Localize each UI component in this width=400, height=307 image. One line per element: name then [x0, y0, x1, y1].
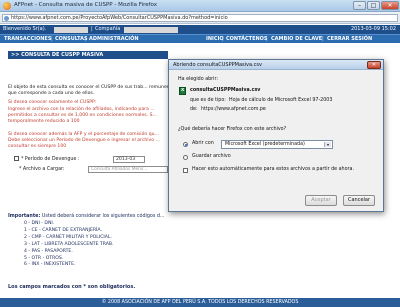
company-label: Compañía: [95, 26, 121, 32]
nav-cambio-clave[interactable]: CAMBIO DE CLAVE: [271, 36, 322, 43]
cuspp-afp-line-2: Debe seleccionar un Período de Devengue …: [8, 138, 160, 143]
address-bar: https://www.afpnet.com.pe/ProyectoAfpWeb…: [0, 12, 400, 24]
cancel-button[interactable]: Cancelar: [343, 195, 375, 206]
company-name-redacted: [124, 26, 178, 33]
cuspp-only-line-1: Ingrese el archivo con la relación de af…: [8, 107, 155, 112]
period-row: * Período de Devengue :: [14, 156, 80, 163]
maximize-button[interactable]: □: [367, 1, 380, 10]
cuspp-only-heading: Si desea conocer solamente el CUSPP:: [8, 100, 97, 105]
important-text: Usted deberá considerar los siguientes c…: [40, 214, 165, 219]
dialog-close-button[interactable]: ✕: [367, 61, 381, 69]
mandatory-note: Los campos marcados con * son obligatori…: [8, 284, 136, 290]
important-heading: Importante:: [8, 214, 41, 219]
open-with-value: Microsoft Excel (predeterminada): [225, 142, 305, 147]
user-name-redacted: [54, 26, 88, 33]
doc-type-item: 2 - CMP - CARNET MILITAR Y POLICIAL.: [24, 234, 112, 240]
nav-consultas[interactable]: CONSULTAS: [55, 36, 88, 43]
window-titlebar: AFPnet - Consulta masiva de CUSPP - Mozi…: [0, 0, 400, 12]
save-file-label: Guardar archivo: [192, 154, 231, 159]
period-label: * Período de Devengue :: [21, 157, 80, 162]
section-title: >> CONSULTA DE CUSPP MASIVA: [8, 51, 168, 59]
from-label: de:: [190, 107, 198, 112]
nav-divider: |: [51, 36, 53, 42]
footer-copyright: © 2008 ASOCIACIÓN DE AFP DEL PERÚ S.A. T…: [0, 298, 400, 307]
welcome-label: Bienvenido Sr(a).: [3, 26, 47, 32]
type-label: que es de tipo:: [190, 98, 226, 103]
welcome-bar: Bienvenido Sr(a). | Compañía 2013-03-09 …: [0, 25, 400, 34]
close-window-button[interactable]: ✕: [381, 1, 399, 10]
welcome-separator: |: [91, 26, 93, 32]
file-row: * Archivo a Cargar:: [19, 167, 65, 173]
nav-cerrar-sesion[interactable]: CERRAR SESIÓN: [327, 36, 372, 43]
main-nav: TRANSACCIONES | CONSULTAS | ADMINISTRACI…: [0, 34, 400, 43]
auto-action-checkbox[interactable]: [183, 168, 188, 173]
file-name: consultaCUSPPMasiva.csv: [190, 88, 261, 93]
open-with-radio[interactable]: [183, 142, 188, 147]
download-dialog: Abriendo consultaCUSPPMasiva.csv ✕ Ha el…: [168, 59, 384, 212]
accept-button[interactable]: Aceptar: [305, 195, 337, 206]
url-field[interactable]: https://www.afpnet.com.pe/ProyectoAfpWeb…: [2, 14, 398, 22]
period-value: 2013-03: [116, 157, 136, 162]
url-text: https://www.afpnet.com.pe/ProyectoAfpWeb…: [11, 15, 228, 21]
dialog-title: Abriendo consultaCUSPPMasiva.csv ✕: [169, 60, 383, 70]
cuspp-only-line-3: temporalmente reducido a 100: [8, 119, 80, 124]
save-file-radio[interactable]: [183, 155, 188, 160]
excel-file-icon: [179, 87, 186, 95]
site-identity-icon[interactable]: [4, 16, 9, 21]
nav-administracion[interactable]: ADMINISTRACIÓN: [89, 36, 139, 43]
open-with-label: Abrir con: [192, 141, 214, 146]
file-label: * Archivo a Cargar:: [19, 167, 65, 172]
file-input[interactable]: Consulta Afiliados Mens...: [88, 166, 168, 173]
nav-divider: |: [322, 36, 324, 42]
nav-transacciones[interactable]: TRANSACCIONES: [4, 36, 51, 43]
window-title: AFPnet - Consulta masiva de CUSPP - Mozi…: [14, 2, 157, 8]
chosen-label: Ha elegido abrir:: [178, 77, 218, 82]
cuspp-afp-line-3: consultar es siempre 100: [8, 144, 67, 149]
type-value: Hoja de cálculo de Microsoft Excel 97-20…: [229, 98, 333, 103]
doc-type-item: 6 - INX - INEXISTENTE.: [24, 262, 76, 268]
cuspp-only-line-2: permitidos a consultar es de 1,000 en co…: [8, 113, 157, 118]
action-question: ¿Qué debería hacer Firefox con este arch…: [178, 127, 287, 132]
period-checkbox[interactable]: [14, 156, 19, 161]
nav-divider: |: [266, 36, 268, 42]
doc-type-item: 3 - LAT - LIBRETA ADOLESCENTE TRAB.: [24, 241, 114, 247]
file-input-value: Consulta Afiliados Mens...: [91, 167, 148, 172]
minimize-button[interactable]: –: [353, 1, 366, 10]
important-note: Importante: Usted deberá considerar los …: [8, 214, 164, 220]
cuspp-afp-line-1: Si desea conocer además la AFP y el porc…: [8, 132, 159, 137]
doc-type-item: 0 - DNI - DNI.: [24, 221, 55, 226]
nav-divider: |: [85, 36, 87, 42]
intro-text: El objeto de esta consulta es conocer el…: [8, 85, 182, 96]
from-value: https://www.afpnet.com.pe: [201, 107, 266, 112]
dialog-title-text: Abriendo consultaCUSPPMasiva.csv: [173, 62, 262, 68]
period-select[interactable]: 2013-03: [113, 156, 145, 163]
doc-type-item: 1 - CE - CARNET DE EXTRANJERÍA.: [24, 227, 102, 233]
document-type-list: 0 - DNI - DNI. 1 - CE - CARNET DE EXTRAN…: [24, 221, 114, 269]
open-with-select[interactable]: Microsoft Excel (predeterminada) ▾: [221, 140, 333, 149]
firefox-icon: [3, 2, 11, 10]
chevron-down-icon: ▾: [324, 142, 331, 147]
nav-contactenos[interactable]: CONTÁCTENOS: [226, 36, 268, 43]
nav-divider: |: [222, 36, 224, 42]
session-datetime: 2013-03-09 15:02: [350, 26, 396, 32]
auto-action-label: Hacer esto automáticamente para estos ar…: [192, 167, 354, 172]
doc-type-item: 4 - PAS - PASAPORTE.: [24, 248, 73, 254]
